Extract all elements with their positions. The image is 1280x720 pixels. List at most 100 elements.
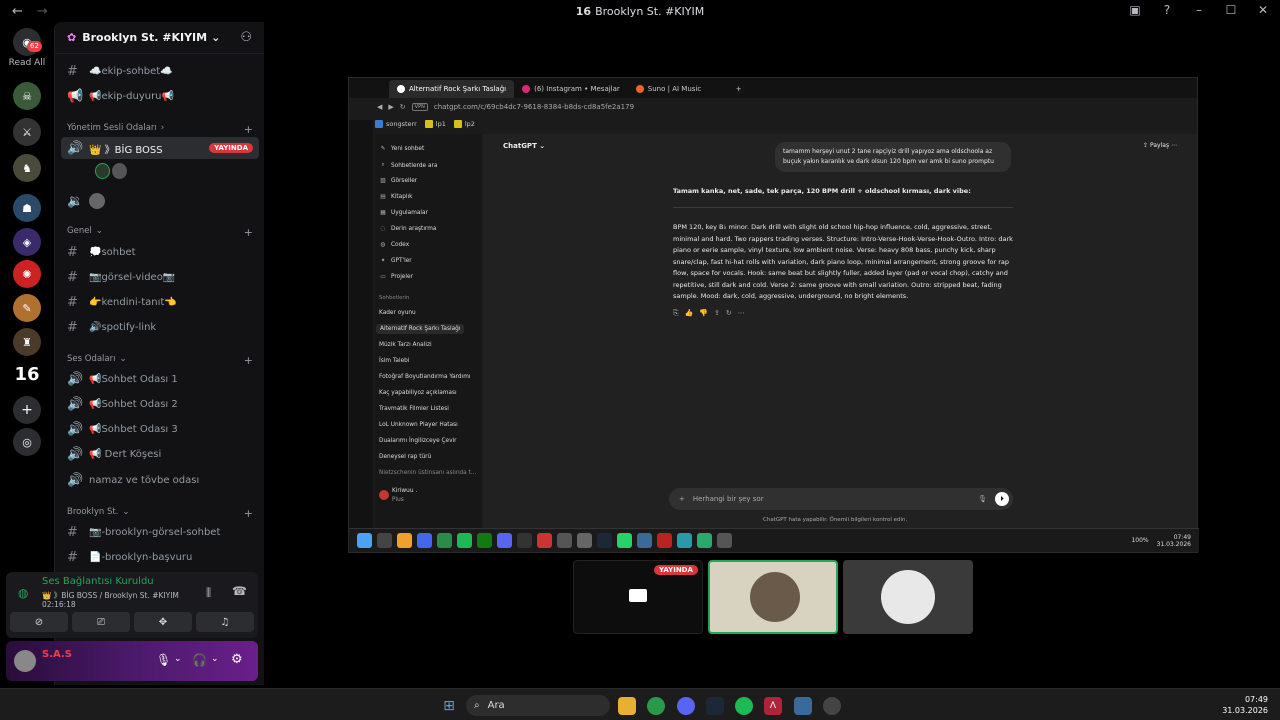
server-icon[interactable]: ✎ <box>13 294 41 322</box>
avatar[interactable] <box>89 193 105 209</box>
guild-header[interactable]: ✿ Brooklyn St. #KIYIM ⌄ ⚇ <box>55 22 264 54</box>
soundboard-button[interactable]: ♫ <box>196 612 254 632</box>
voice-participants[interactable] <box>95 163 127 179</box>
history-item[interactable]: Travmatik Filmler Listesi <box>379 406 449 412</box>
signal-icon[interactable]: ◍ <box>18 586 28 600</box>
system-tray[interactable]: 100% 07:49 31.03.2026 <box>1131 534 1199 548</box>
app-icon[interactable] <box>697 533 712 548</box>
history-item[interactable]: Kaç yapabiliyoz açıklaması <box>379 390 457 396</box>
voice-channel-sohbet-2[interactable]: 🔊 📢Sohbet Odası 2 <box>61 393 259 415</box>
vpn-badge[interactable]: VPN <box>411 103 428 111</box>
voice-channel-unnamed[interactable]: 🔉 <box>61 190 259 212</box>
app-icon[interactable] <box>717 533 732 548</box>
disconnect-icon[interactable]: ☎ <box>232 584 247 598</box>
xbox-icon[interactable] <box>477 533 492 548</box>
new-chat-item[interactable]: ✎ Yeni sohbet <box>379 146 425 152</box>
chevron-down-icon[interactable]: ⌄ <box>211 654 219 664</box>
apps-item[interactable]: ▦ Uygulamalar <box>379 210 428 216</box>
app-icon[interactable] <box>794 697 812 715</box>
app-icon[interactable] <box>397 533 412 548</box>
category-ses[interactable]: Ses Odaları ⌄ + <box>67 354 253 367</box>
history-item[interactable]: İsim Talebi <box>379 358 409 364</box>
app-icon[interactable] <box>557 533 572 548</box>
category-brooklyn[interactable]: Brooklyn St. ⌄ + <box>67 507 253 520</box>
settings-gear-icon[interactable]: ⚙ <box>231 652 243 667</box>
discord-icon[interactable] <box>677 697 695 715</box>
voice-channel-namaz[interactable]: 🔊 namaz ve tövbe odası <box>61 469 259 491</box>
new-tab-button[interactable]: + <box>728 80 750 98</box>
whatsapp-icon[interactable] <box>617 533 632 548</box>
file-explorer-icon[interactable] <box>618 697 636 715</box>
projects-item[interactable]: ▭ Projeler <box>379 274 413 280</box>
chevron-down-icon[interactable]: ⌄ <box>174 654 182 664</box>
shared-screen-browser[interactable]: Alternatif Rock Şarkı Taslağı (6) Instag… <box>348 77 1199 553</box>
forward-icon[interactable]: ▶ <box>388 103 393 111</box>
avatar[interactable] <box>112 163 127 179</box>
stream-thumbnail[interactable]: YAYINDA <box>573 560 703 634</box>
close-icon[interactable]: ✕ <box>1256 3 1270 17</box>
server-icon-16[interactable]: 16 <box>13 360 41 388</box>
tab-suno[interactable]: Suno | AI Music <box>628 80 728 98</box>
inbox-icon[interactable]: ▣ <box>1128 3 1142 17</box>
app-icon[interactable] <box>417 533 432 548</box>
participant-tile-active[interactable] <box>708 560 838 634</box>
server-icon[interactable]: ⚔ <box>13 118 41 146</box>
channel-gorsel-video[interactable]: # 📷görsel-video📷 <box>61 266 259 288</box>
voice-channel-dert-kosesi[interactable]: 🔊 📢 Dert Köşesi <box>61 443 259 465</box>
history-item[interactable]: Kader oyunu <box>379 310 416 316</box>
bookmark-lp1[interactable]: lp1 <box>424 120 446 128</box>
reload-icon[interactable]: ↻ <box>400 103 406 111</box>
camera-off-button[interactable]: ⊘ <box>10 612 68 632</box>
server-icon[interactable]: ☠ <box>13 82 41 110</box>
server-icon[interactable]: ☗ <box>13 194 41 222</box>
avatar[interactable] <box>95 163 111 179</box>
app-icon[interactable] <box>577 533 592 548</box>
chrome-icon[interactable] <box>647 697 665 715</box>
history-item[interactable]: Deneysel rap türü <box>379 454 431 460</box>
server-icon[interactable]: ◈ <box>13 228 41 256</box>
app-icon[interactable] <box>677 533 692 548</box>
read-all-button[interactable]: Read All <box>0 58 54 68</box>
account-name[interactable]: Kiriwuu . <box>392 488 417 494</box>
history-item[interactable]: Fotoğraf Boyutlandırma Yardımı <box>379 374 470 380</box>
voice-mode-icon[interactable]: ⏵ <box>995 492 1009 506</box>
tab-chatgpt[interactable]: Alternatif Rock Şarkı Taslağı <box>389 80 515 98</box>
participant-tile[interactable] <box>843 560 973 634</box>
app-icon[interactable]: Λ <box>764 697 782 715</box>
taskbar-clock[interactable]: 07:49 31.03.2026 <box>1222 694 1268 716</box>
maximize-icon[interactable]: ☐ <box>1224 3 1238 17</box>
windows-start-icon[interactable]: ⊞ <box>440 697 458 715</box>
bookmark-lp2[interactable]: lp2 <box>453 120 475 128</box>
channel-kendini-tanit[interactable]: # 👉kendini-tanıt👈 <box>61 291 259 313</box>
voice-status[interactable]: Ses Bağlantısı Kuruldu <box>42 576 154 587</box>
app-icon[interactable] <box>823 697 841 715</box>
category-yonetim[interactable]: Yönetim Sesli Odaları › + <box>67 123 253 136</box>
explore-icon[interactable]: ◎ <box>13 428 41 456</box>
search-icon[interactable] <box>377 533 392 548</box>
images-item[interactable]: ▧ Görseller <box>379 178 417 184</box>
history-item[interactable]: Nietzschenin üstinsanı aslında t... <box>379 470 476 476</box>
url-text[interactable]: chatgpt.com/c/69cb4dc7-9618-8384-b8ds-cd… <box>434 103 634 111</box>
share-button[interactable]: ⇪ Paylaş ⋯ <box>1143 142 1177 149</box>
microphone-icon[interactable]: 🎙 <box>978 495 987 503</box>
avatar[interactable] <box>14 650 36 672</box>
channel-spotify-link[interactable]: # 🔊spotify-link <box>61 316 259 338</box>
history-item[interactable]: Dualarımı İngilizceye Çevir <box>379 438 457 444</box>
history-item-active[interactable]: Alternatif Rock Şarkı Taslağı <box>376 324 465 334</box>
start-icon[interactable] <box>357 533 372 548</box>
add-channel-icon[interactable]: + <box>244 123 253 136</box>
server-icon[interactable]: ♜ <box>13 328 41 356</box>
tab-instagram[interactable]: (6) Instagram • Mesajlar <box>514 80 628 98</box>
username[interactable]: S.A.S <box>42 649 72 660</box>
add-member-icon[interactable]: ⚇ <box>240 30 252 45</box>
app-icon[interactable] <box>517 533 532 548</box>
library-item[interactable]: ▤ Kitaplık <box>379 194 412 200</box>
server-icon[interactable]: ♞ <box>13 154 41 182</box>
microphone-icon[interactable]: 🎙 <box>156 653 171 667</box>
activities-button[interactable]: ✥ <box>134 612 192 632</box>
channel-sohbet[interactable]: # 💭sohbet <box>61 241 259 263</box>
category-genel[interactable]: Genel ⌄ + <box>67 226 253 239</box>
steam-icon[interactable] <box>706 697 724 715</box>
noise-suppression-icon[interactable]: ⫼ <box>206 586 211 600</box>
help-icon[interactable]: ? <box>1160 3 1174 17</box>
